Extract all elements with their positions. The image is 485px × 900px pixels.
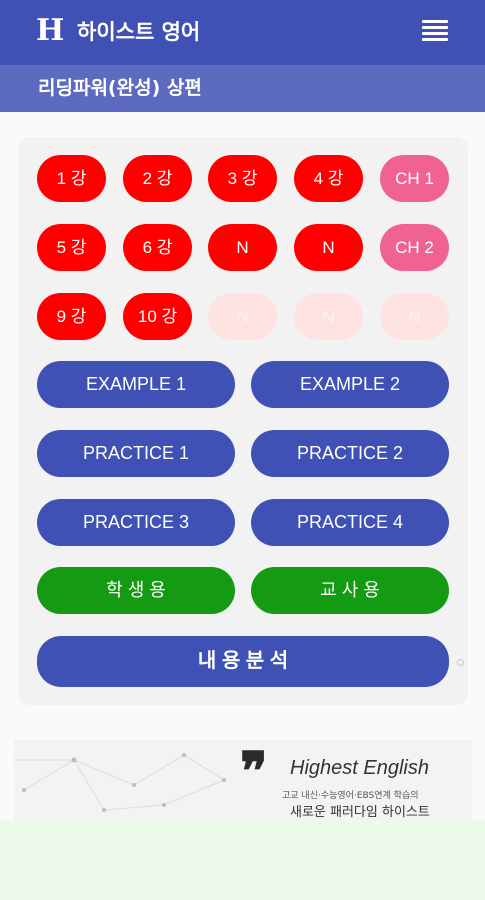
lesson-n-disabled-button: N — [294, 293, 363, 340]
teacher-version-button[interactable]: 교 사 용 — [251, 567, 449, 614]
lesson-n-disabled-button: N — [208, 293, 277, 340]
app-bar: H 하이스트 영어 — [0, 0, 485, 65]
practice-2-button[interactable]: PRACTICE 2 — [251, 430, 449, 477]
banner-tagline-2: 새로운 패러다임 하이스트 — [290, 805, 430, 820]
banner-tagline: 고교 내신·수능영어·EBS연계 학습의 — [282, 791, 419, 801]
chapter-1-button[interactable]: CH 1 — [380, 155, 449, 202]
lesson-1-button[interactable]: 1 강 — [37, 155, 106, 202]
practice-1-button[interactable]: PRACTICE 1 — [37, 430, 235, 477]
bottom-area — [0, 820, 485, 900]
lesson-5-button[interactable]: 5 강 — [37, 224, 106, 271]
practice-3-button[interactable]: PRACTICE 3 — [37, 499, 235, 546]
app-title: 하이스트 영어 — [77, 20, 201, 44]
lesson-n-button[interactable]: N — [294, 224, 363, 271]
lesson-6-button[interactable]: 6 강 — [123, 224, 192, 271]
content-analysis-button[interactable]: 내 용 분 석 — [37, 636, 449, 687]
banner-brand: Highest English — [290, 757, 429, 779]
lesson-n-disabled-button: N — [380, 293, 449, 340]
example-1-button[interactable]: EXAMPLE 1 — [37, 361, 235, 408]
chapter-2-button[interactable]: CH 2 — [380, 224, 449, 271]
hamburger-menu-icon[interactable] — [422, 20, 448, 44]
lesson-10-button[interactable]: 10 강 — [123, 293, 192, 340]
book-title: 리딩파워(완성) 상편 — [38, 77, 202, 99]
app-logo: H — [36, 13, 65, 48]
student-version-button[interactable]: 학 생 용 — [37, 567, 235, 614]
lesson-4-button[interactable]: 4 강 — [294, 155, 363, 202]
example-2-button[interactable]: EXAMPLE 2 — [251, 361, 449, 408]
practice-4-button[interactable]: PRACTICE 4 — [251, 499, 449, 546]
lesson-9-button[interactable]: 9 강 — [37, 293, 106, 340]
highest-english-banner[interactable]: ❜❜ Highest English 고교 내신·수능영어·EBS연계 학습의 … — [14, 740, 472, 820]
sub-header: 리딩파워(완성) 상편 — [0, 65, 485, 112]
lesson-card — [18, 137, 468, 705]
lesson-n-button[interactable]: N — [208, 224, 277, 271]
quote-mark-icon: ❜❜ — [240, 741, 267, 802]
lesson-2-button[interactable]: 2 강 — [123, 155, 192, 202]
scroll-indicator-dot — [457, 659, 464, 666]
lesson-3-button[interactable]: 3 강 — [208, 155, 277, 202]
